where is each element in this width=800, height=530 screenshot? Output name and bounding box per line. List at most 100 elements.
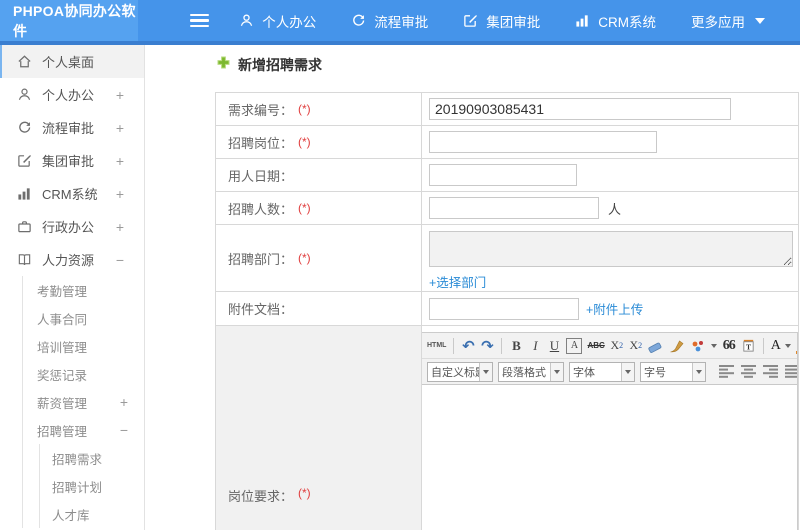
collapse-toggle[interactable]: − [120, 423, 128, 437]
sidebar-item-talent-pool[interactable]: 人才库 [40, 500, 144, 528]
attachment-upload-link[interactable]: +附件上传 [586, 299, 643, 318]
sidebar-item-group-approval[interactable]: 集团审批 + [0, 144, 144, 177]
collapse-toggle[interactable]: − [116, 253, 124, 267]
bold-button[interactable]: B [509, 336, 523, 356]
sidebar-item-label: 奖惩记录 [37, 368, 88, 383]
sidebar-item-label: 人才库 [52, 508, 90, 523]
color-palette-icon[interactable] [690, 336, 717, 356]
font-size-dropdown[interactable]: 字号 [640, 361, 706, 382]
attachment-input[interactable] [429, 297, 579, 320]
sidebar-item-label: 招聘需求 [52, 452, 103, 467]
caret-down-icon [755, 17, 765, 24]
sidebar-item-rewards[interactable]: 奖惩记录 [23, 360, 144, 388]
hr-submenu: 考勤管理 人事合同 培训管理 奖惩记录 薪资管理 + 招聘管理 − 招聘需求 招… [22, 276, 144, 528]
sidebar-item-salary[interactable]: 薪资管理 + [23, 388, 144, 416]
required-mark: (*) [298, 201, 311, 215]
background-color-button[interactable]: a [795, 338, 797, 354]
expand-toggle[interactable]: + [116, 187, 124, 201]
align-center-icon[interactable] [741, 365, 756, 378]
department-textarea[interactable] [429, 231, 793, 267]
paragraph-format-dropdown[interactable]: 段落格式 [498, 361, 564, 382]
blockquote-button[interactable]: 66 [722, 336, 736, 356]
undo-icon[interactable]: ↶ [461, 336, 475, 356]
sidebar-item-personal-office[interactable]: 个人办公 + [0, 78, 144, 111]
html-source-button[interactable]: HTML [427, 336, 446, 356]
nav-item-personal-office[interactable]: 个人办公 [239, 11, 316, 31]
sidebar-item-recruit-plan[interactable]: 招聘计划 [40, 472, 144, 500]
editor-content-area[interactable] [422, 385, 797, 530]
caret-down-icon [554, 369, 560, 374]
expand-toggle[interactable]: + [116, 121, 124, 135]
sidebar-item-personal-desktop[interactable]: 个人桌面 [0, 45, 144, 78]
required-mark: (*) [298, 486, 311, 500]
sidebar-item-hr[interactable]: 人力资源 − [0, 243, 144, 276]
italic-button[interactable]: I [528, 336, 542, 356]
briefcase-icon [17, 219, 33, 234]
sidebar-item-hr-contract[interactable]: 人事合同 [23, 304, 144, 332]
hamburger-menu-icon[interactable] [190, 13, 210, 28]
rich-text-editor: HTML ↶ ↷ B I U A ABC X2 X2 66 T A 自定义标 段… [422, 332, 798, 530]
top-nav: 个人办公 流程审批 集团审批 CRM系统 更多应用 [239, 0, 800, 41]
field-label: 岗位要求： [228, 489, 294, 504]
recruit-submenu: 招聘需求 招聘计划 人才库 [39, 444, 144, 528]
paste-icon[interactable]: T [741, 336, 756, 356]
sidebar: 个人桌面 个人办公 + 流程审批 + 集团审批 + CRM系统 + 行政办公 + [0, 45, 145, 530]
nav-label: 流程审批 [374, 14, 429, 30]
brush-icon[interactable] [669, 336, 685, 356]
redo-icon[interactable]: ↷ [480, 336, 494, 356]
subscript-button[interactable]: X2 [629, 336, 643, 356]
sidebar-item-recruit-mgmt[interactable]: 招聘管理 − [23, 416, 144, 444]
sidebar-item-label: 招聘计划 [52, 480, 103, 495]
field-label: 附件文档： [228, 302, 294, 317]
toolbar-separator [762, 337, 764, 354]
align-right-icon[interactable] [763, 365, 778, 378]
sidebar-item-workflow-approval[interactable]: 流程审批 + [0, 111, 144, 144]
select-department-link[interactable]: +选择部门 [429, 272, 486, 291]
sidebar-item-label: 流程审批 [42, 121, 95, 136]
position-input[interactable] [429, 131, 657, 153]
expand-toggle[interactable]: + [116, 220, 124, 234]
form-row-attachment: 附件文档： +附件上传 [216, 292, 798, 326]
form-row-req-no: 需求编号： (*) [216, 93, 798, 126]
eraser-icon[interactable] [648, 336, 664, 356]
sidebar-item-label: 集团审批 [42, 154, 95, 169]
underline-button[interactable]: U [547, 336, 561, 356]
person-icon [239, 13, 254, 28]
form-row-requirement: 岗位要求： (*) HTML ↶ ↷ B I U A ABC X2 X2 66 … [216, 326, 798, 530]
nav-item-crm[interactable]: CRM系统 [575, 11, 656, 31]
page-title: 新增招聘需求 [217, 55, 322, 75]
req-no-input[interactable] [429, 98, 731, 120]
sidebar-item-recruit-demand[interactable]: 招聘需求 [40, 444, 144, 472]
hire-date-input[interactable] [429, 164, 577, 186]
sidebar-item-training[interactable]: 培训管理 [23, 332, 144, 360]
field-label: 需求编号： [228, 102, 294, 118]
sidebar-item-attendance[interactable]: 考勤管理 [23, 276, 144, 304]
nav-item-workflow-approval[interactable]: 流程审批 [351, 11, 428, 31]
strikethrough-button[interactable]: ABC [587, 336, 604, 356]
sidebar-item-crm[interactable]: CRM系统 + [0, 177, 144, 210]
headcount-input[interactable] [429, 197, 599, 219]
edit-icon [17, 153, 33, 168]
sidebar-item-label: 行政办公 [42, 220, 95, 235]
align-justify-icon[interactable] [785, 365, 797, 378]
sidebar-item-admin-office[interactable]: 行政办公 + [0, 210, 144, 243]
person-icon [17, 87, 33, 102]
toolbar-separator [453, 337, 455, 354]
flow-icon [351, 13, 366, 28]
nav-item-more-apps[interactable]: 更多应用 [691, 11, 765, 31]
custom-heading-dropdown[interactable]: 自定义标题 [427, 361, 493, 382]
font-family-dropdown[interactable]: 字体 [569, 361, 635, 382]
home-icon [17, 54, 33, 69]
flow-icon [17, 120, 33, 135]
expand-toggle[interactable]: + [116, 88, 124, 102]
align-left-icon[interactable] [719, 365, 734, 378]
form-row-headcount: 招聘人数： (*) 人 [216, 192, 798, 225]
caret-down-icon [710, 343, 717, 348]
font-style-button[interactable]: A [566, 337, 583, 354]
nav-item-group-approval[interactable]: 集团审批 [463, 11, 540, 31]
superscript-button[interactable]: X2 [610, 336, 624, 356]
form-row-department: 招聘部门： (*) +选择部门 [216, 225, 798, 292]
expand-toggle[interactable]: + [116, 154, 124, 168]
font-color-button[interactable]: A [771, 336, 791, 356]
expand-toggle[interactable]: + [120, 395, 128, 409]
